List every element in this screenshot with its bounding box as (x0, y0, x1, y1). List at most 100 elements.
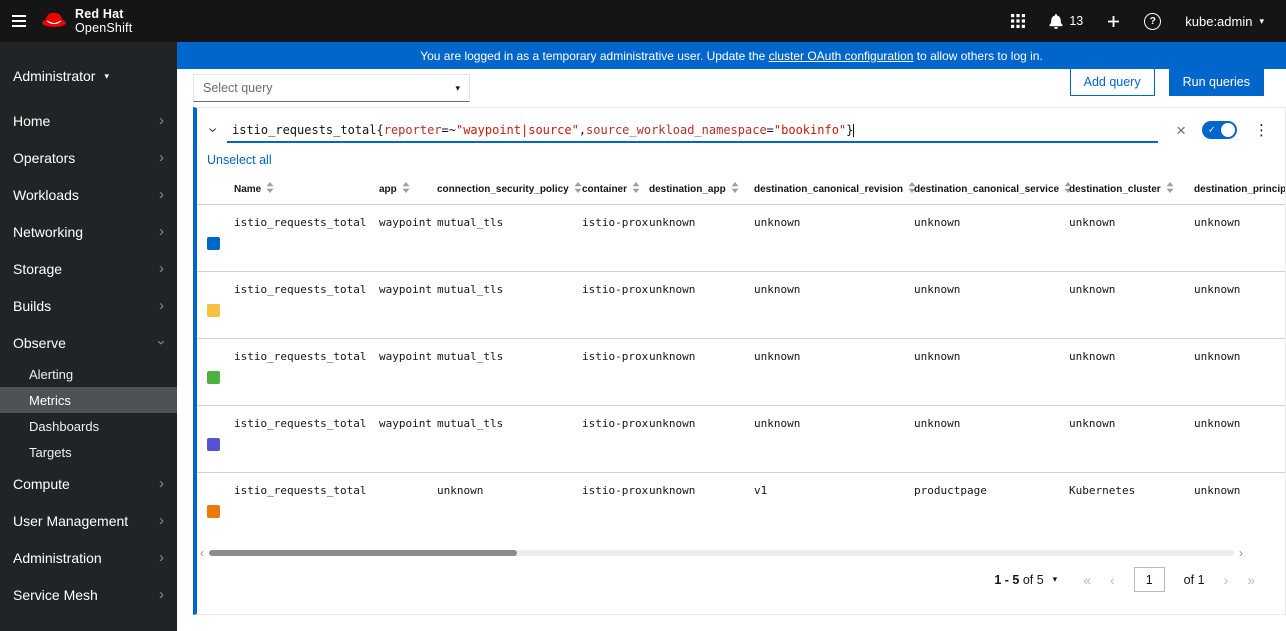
column-header-destination-cluster[interactable]: destination_cluster (1069, 176, 1194, 204)
caret-down-icon: ▾ (455, 82, 460, 93)
brand-logo[interactable]: Red Hat OpenShift (40, 7, 132, 35)
masthead-actions: 13 ? kube:admin ▾ (1011, 12, 1264, 30)
sidebar-item-metrics[interactable]: Metrics (0, 387, 177, 413)
query-expand-toggle[interactable]: › (199, 117, 227, 143)
cell-container: istio-proxy (582, 484, 649, 497)
column-header-label: container (582, 183, 628, 195)
notifications-button[interactable]: 13 (1049, 13, 1083, 29)
import-yaml-button[interactable] (1107, 15, 1120, 28)
oauth-config-link[interactable]: cluster OAuth configuration (769, 49, 914, 63)
query-kebab-menu[interactable]: ⋮ (1250, 121, 1273, 139)
prev-page-button[interactable]: ‹ (1110, 573, 1115, 587)
unselect-all-link[interactable]: Unselect all (207, 153, 272, 167)
column-header-connection-security-policy[interactable]: connection_security_policy (437, 176, 582, 204)
sidebar-item-label: Observe (13, 334, 66, 351)
promql-token-op: = (766, 122, 774, 137)
column-header-destination-app[interactable]: destination_app (649, 176, 754, 204)
cell-connection-security-policy: mutual_tls (437, 283, 504, 296)
table-row: istio_requests_total unknown istio-proxy un… (197, 473, 1285, 539)
sidebar-item-dashboards[interactable]: Dashboards (0, 413, 177, 439)
cell-destination-cluster: unknown (1069, 417, 1116, 430)
sidebar-item-networking[interactable]: Networking › (0, 213, 177, 250)
query-expression-input[interactable]: istio_requests_total{reporter=~"waypoint… (227, 117, 1159, 143)
series-color-swatch[interactable] (207, 371, 220, 384)
app-launcher-button[interactable] (1011, 14, 1026, 28)
scrollbar-track[interactable] (209, 550, 1234, 556)
cell-destination-canonical-service: unknown (914, 216, 961, 229)
cell-destination-app: unknown (649, 484, 696, 497)
column-header-label: connection_security_policy (437, 183, 569, 195)
check-icon: ✓ (1208, 124, 1216, 135)
run-queries-button[interactable]: Run queries (1168, 67, 1264, 96)
cell-destination-app: unknown (649, 216, 696, 229)
caret-down-icon: ▾ (1259, 15, 1264, 26)
column-header-name[interactable]: Name (234, 176, 379, 204)
series-color-swatch[interactable] (207, 505, 220, 518)
login-banner: You are logged in as a temporary adminis… (177, 42, 1286, 69)
series-color-swatch[interactable] (207, 237, 220, 250)
cell-connection-security-policy: unknown (437, 484, 484, 497)
column-header-app[interactable]: app (379, 176, 437, 204)
cell-app: waypoint (379, 350, 432, 363)
pagination-range: 1 - 5 (994, 572, 1020, 587)
brand-name-top: Red Hat (75, 7, 124, 21)
query-enabled-toggle[interactable]: ✓ (1202, 121, 1237, 139)
chevron-right-icon: › (159, 297, 164, 314)
clear-query-button[interactable]: × (1170, 121, 1192, 140)
user-menu[interactable]: kube:admin ▾ (1185, 14, 1264, 29)
scrollbar-thumb[interactable] (209, 550, 517, 556)
masthead: Red Hat OpenShift 13 ? kube:admin ▾ (0, 0, 1286, 42)
sidebar-item-observe[interactable]: Observe › (0, 324, 177, 361)
promql-token-string: "waypoint|source" (455, 122, 579, 137)
per-page-dropdown[interactable]: 1 - 5 of 5 ▾ (994, 573, 1057, 587)
sort-icon (1166, 182, 1174, 196)
sidebar-item-home[interactable]: Home › (0, 102, 177, 139)
sidebar-item-compute[interactable]: Compute › (0, 465, 177, 502)
sidebar-item-operators[interactable]: Operators › (0, 139, 177, 176)
cell-destination-canonical-service: unknown (914, 417, 961, 430)
column-header-destination-principal[interactable]: destination_principal (1194, 176, 1285, 204)
sidebar-item-label: Service Mesh (13, 586, 98, 603)
menu-toggle-button[interactable] (6, 9, 32, 33)
perspective-switcher[interactable]: Administrator ▾ (0, 42, 177, 102)
sidebar-item-service-mesh[interactable]: Service Mesh › (0, 576, 177, 613)
column-header-destination-canonical-revision[interactable]: destination_canonical_revision (754, 176, 916, 204)
column-header-container[interactable]: container (582, 176, 649, 204)
cell-connection-security-policy: mutual_tls (437, 350, 504, 363)
last-page-button[interactable]: » (1247, 573, 1255, 587)
cell-destination-app: unknown (649, 350, 696, 363)
column-header-label: destination_cluster (1069, 183, 1161, 195)
sidebar-item-workloads[interactable]: Workloads › (0, 176, 177, 213)
add-query-button[interactable]: Add query (1069, 67, 1155, 96)
chevron-right-icon: › (159, 512, 164, 529)
sidebar-item-user-management[interactable]: User Management › (0, 502, 177, 539)
first-page-button[interactable]: « (1083, 573, 1091, 587)
current-page-input[interactable]: 1 (1133, 567, 1165, 592)
query-card: › istio_requests_total{reporter=~"waypoi… (193, 107, 1286, 615)
table-body: istio_requests_total waypoint mutual_tls is… (197, 205, 1285, 539)
page-layout: Administrator ▾ Home › Operators › Workloads… (0, 42, 1286, 631)
promql-token-string: "bookinfo" (773, 122, 847, 137)
promql-token-brace: } (846, 122, 854, 137)
column-header-destination-canonical-service[interactable]: destination_canonical_service (914, 176, 1072, 204)
sidebar-item-builds[interactable]: Builds › (0, 287, 177, 324)
question-icon: ? (1144, 12, 1162, 30)
select-query-dropdown[interactable]: Select query ▾ (193, 74, 470, 102)
help-button[interactable]: ? (1144, 12, 1162, 30)
sidebar-item-label: Compute (13, 475, 70, 492)
brand-name-bottom: OpenShift (75, 21, 133, 35)
table-row: istio_requests_total waypoint mutual_tls is… (197, 339, 1285, 406)
next-page-button[interactable]: › (1224, 573, 1229, 587)
cell-destination-canonical-service: productpage (914, 484, 987, 497)
promql-token-brace: , (578, 122, 587, 137)
sidebar-item-targets[interactable]: Targets (0, 439, 177, 465)
scroll-left-icon[interactable]: ‹ (200, 547, 204, 559)
sidebar-item-administration[interactable]: Administration › (0, 539, 177, 576)
series-color-swatch[interactable] (207, 438, 220, 451)
scroll-right-icon[interactable]: › (1239, 547, 1243, 559)
sidebar-item-storage[interactable]: Storage › (0, 250, 177, 287)
series-swatch-cell (197, 473, 234, 539)
sidebar-item-alerting[interactable]: Alerting (0, 361, 177, 387)
chevron-right-icon: › (159, 149, 164, 166)
series-color-swatch[interactable] (207, 304, 220, 317)
